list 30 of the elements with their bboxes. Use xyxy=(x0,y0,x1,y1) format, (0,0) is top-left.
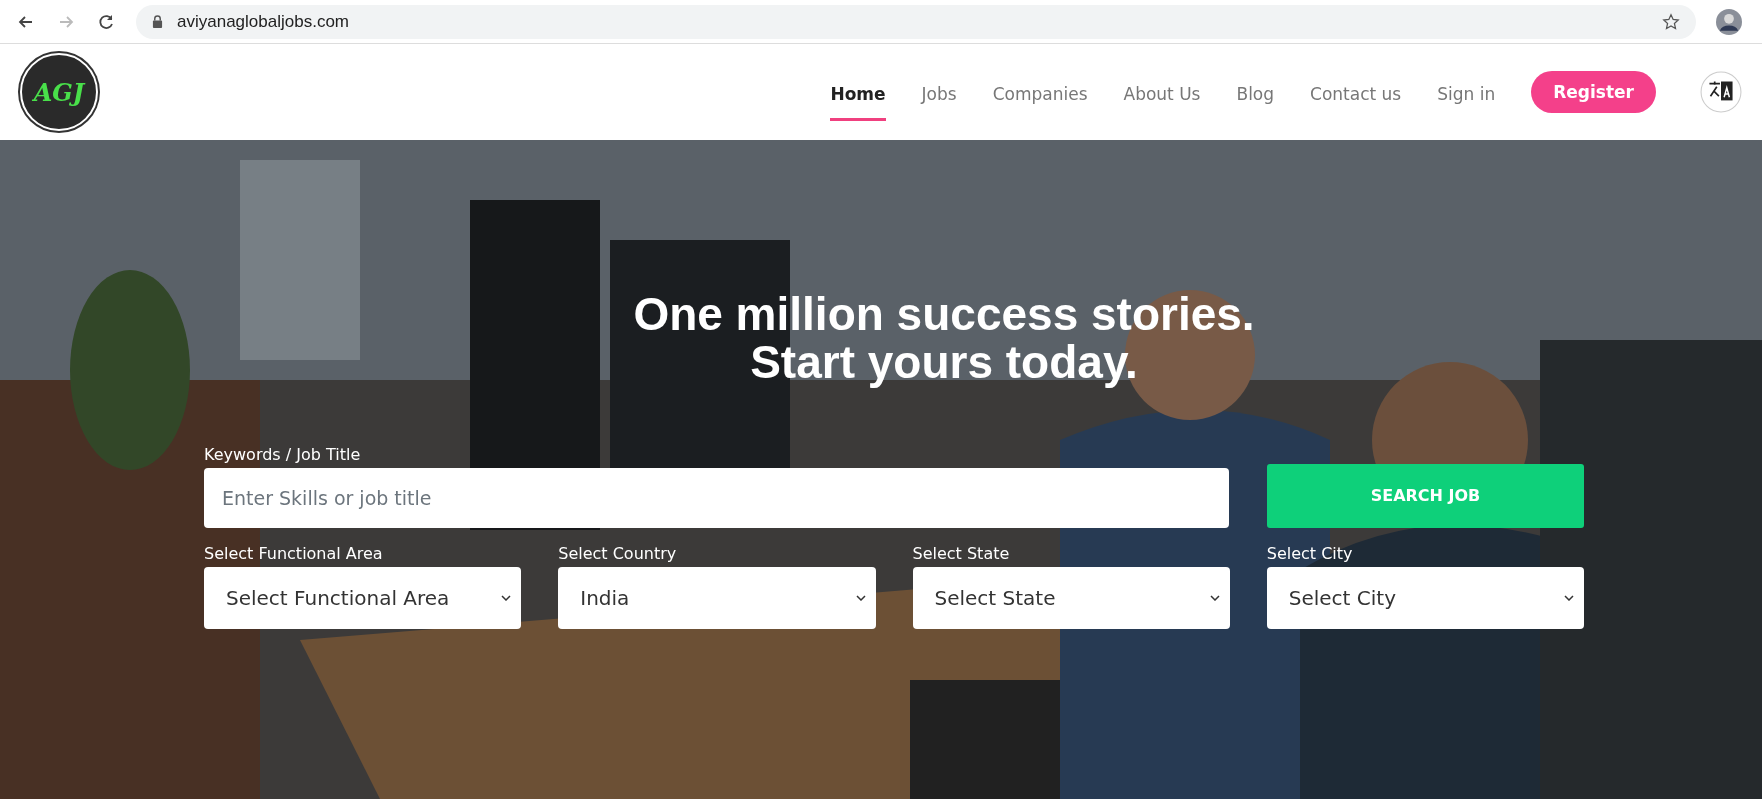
logo[interactable]: AGJ xyxy=(20,53,98,131)
field-label: Select City xyxy=(1266,543,1354,563)
url-text: aviyanaglobaljobs.com xyxy=(177,11,350,32)
field-label: Keywords / Job Title xyxy=(204,444,362,464)
star-icon[interactable] xyxy=(1662,12,1680,31)
nav-link[interactable]: Sign in xyxy=(1437,69,1496,121)
nav-link[interactable]: About Us xyxy=(1123,69,1201,121)
chevron-icon xyxy=(855,594,866,601)
nav-link[interactable]: Contact us xyxy=(1310,69,1402,121)
hero-headline: One million success stories. Start yours today. xyxy=(632,290,1256,387)
chevron-icon xyxy=(501,594,512,601)
keywords-field[interactable]: Enter Skills or job title xyxy=(204,467,1229,528)
avatar-icon[interactable] xyxy=(1716,8,1742,35)
dropdown[interactable]: Select State xyxy=(912,566,1230,629)
nav-link[interactable]: Jobs xyxy=(921,69,957,121)
register-button[interactable]: Register xyxy=(1531,71,1656,113)
nav-link[interactable]: Blog xyxy=(1236,69,1275,121)
nav-link[interactable]: Companies xyxy=(992,69,1088,121)
nav-link[interactable]: Home xyxy=(830,69,886,121)
address-bar[interactable]: aviyanaglobaljobs.com xyxy=(136,4,1696,39)
translate-icon[interactable] xyxy=(1700,71,1742,113)
field-label: Select Country xyxy=(558,543,678,563)
lock-icon xyxy=(152,15,163,28)
field-label: Select Functional Area xyxy=(204,543,384,563)
dropdown[interactable]: Select City xyxy=(1266,566,1584,629)
field-label: Select State xyxy=(912,543,1011,563)
chevron-icon xyxy=(1209,594,1220,601)
dropdown[interactable]: Select Functional Area xyxy=(204,566,522,629)
chevron-icon xyxy=(1564,594,1574,601)
dropdown[interactable]: India xyxy=(558,566,876,629)
